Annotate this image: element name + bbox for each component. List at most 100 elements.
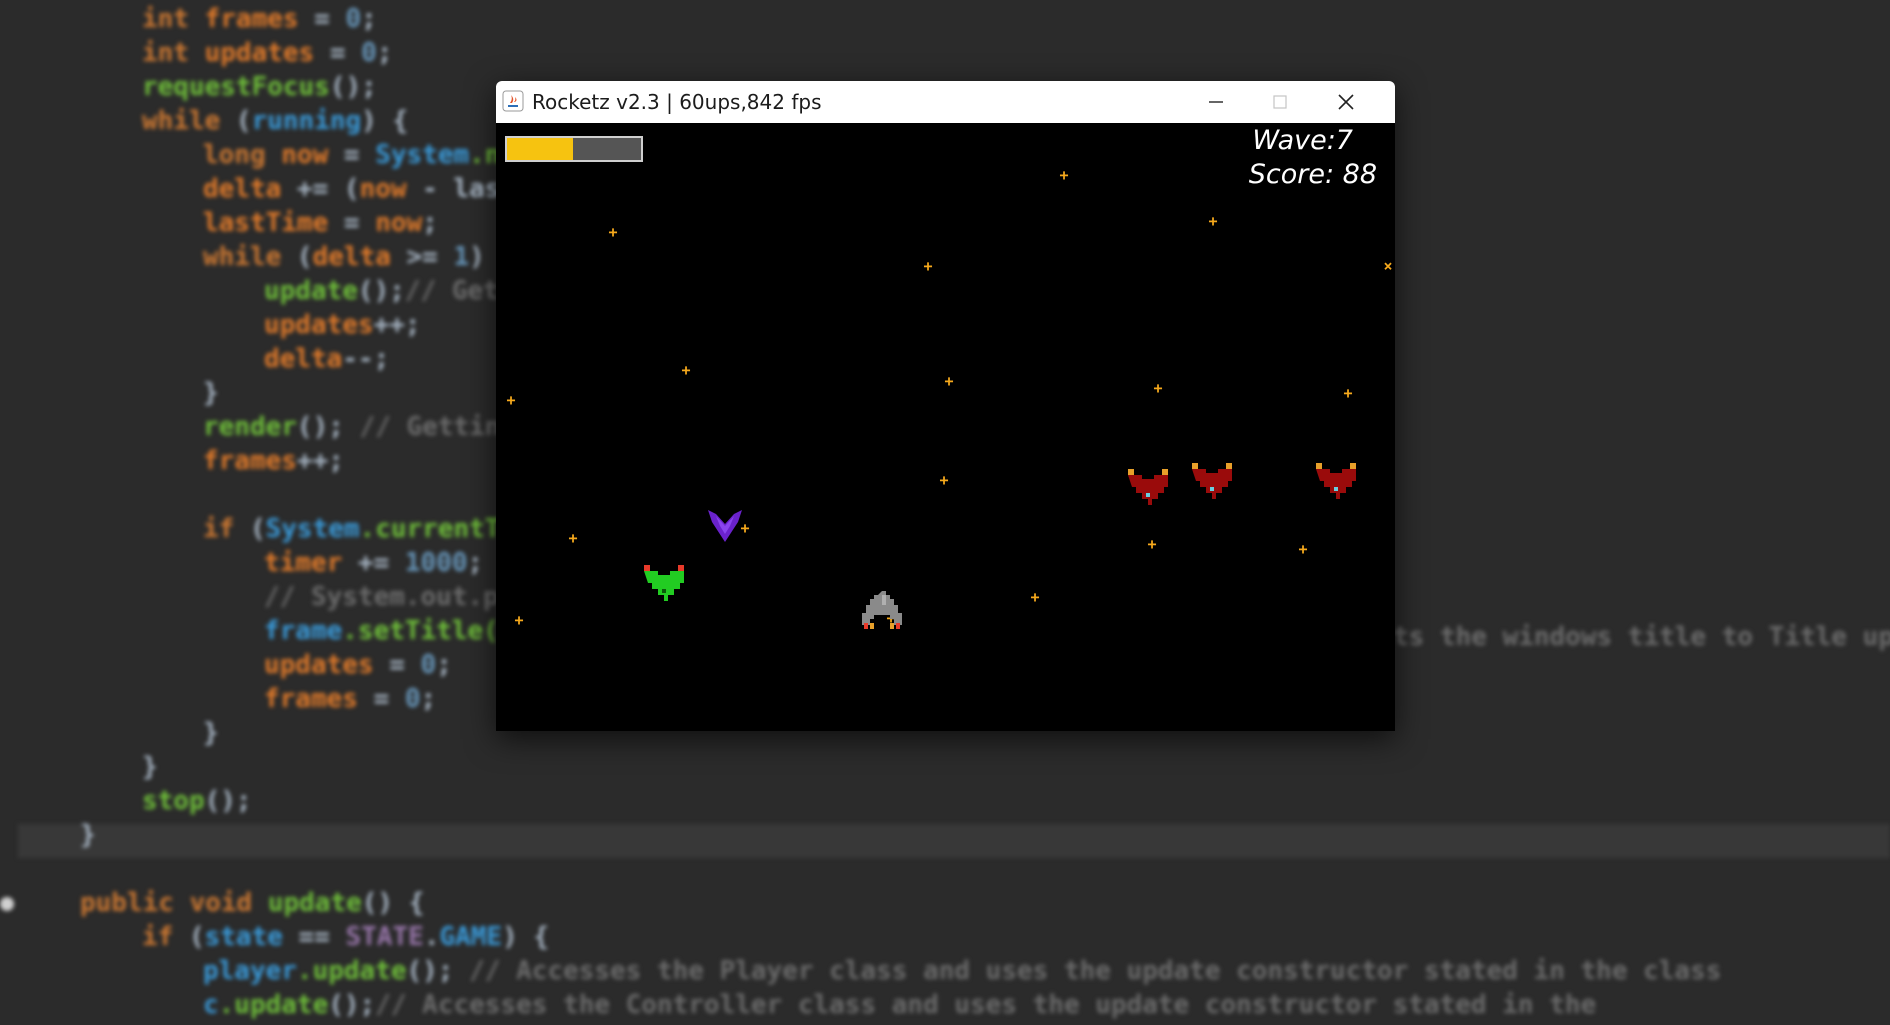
breakpoint-marker [0,897,14,911]
code-token: ; [436,650,452,680]
code-token: int [142,4,205,34]
code-token: ) { [361,106,409,136]
code-token: // Accesses the Player class and uses th… [469,956,1722,986]
code-token: += ( [281,174,360,204]
code-token: frames [204,4,299,34]
code-token: if [142,922,189,952]
code-line: requestFocus(); [142,70,377,104]
code-token: ( [235,106,252,136]
game-canvas[interactable]: Wave:7 Score: 88 + + + + × + + + + + + +… [496,123,1395,731]
code-token: while [203,242,297,272]
star: + [1147,535,1157,553]
code-token: frame [264,616,343,646]
close-icon [1338,94,1354,110]
star: + [1153,379,1163,397]
code-token: player [203,956,297,986]
player-ship [862,591,902,629]
code-token: 0 [404,684,421,714]
code-token: = [328,208,376,238]
code-token: System [375,140,470,170]
window-titlebar[interactable]: Rocketz v2.3 | 60ups,842 fps [496,81,1395,123]
star: + [923,257,933,275]
code-line: while (running) { [142,104,408,138]
code-token: 0 [420,650,437,680]
code-line: updates = 0; [264,648,452,682]
close-button[interactable] [1323,81,1369,123]
code-token: ) { [502,922,550,952]
code-token: += [342,548,405,578]
code-token: delta [264,344,343,374]
code-token: if [203,514,250,544]
code-token: // Gettin [359,412,501,442]
code-token: ++; [373,310,421,340]
code-line: delta += (now - las [203,172,500,206]
code-token: (); [204,786,252,816]
code-line: frame.setTitle( [264,614,499,648]
code-token: ++; [296,446,344,476]
maximize-button[interactable] [1257,81,1303,123]
code-token: updates [204,38,315,68]
code-token: .update [296,956,407,986]
enemy-ship-red [1316,463,1356,499]
star: + [1298,540,1308,558]
code-token: (); [357,276,405,306]
code-line: } [203,716,219,750]
wave-counter: Wave:7 [1252,125,1353,156]
star: + [506,391,516,409]
code-token: updates [264,310,374,340]
code-token: } [203,718,219,748]
code-token: running [251,106,362,136]
code-token: lastTime [203,208,329,238]
code-token: () { [361,888,425,918]
code-token: .setTitle( [342,616,499,646]
maximize-icon [1273,95,1287,109]
code-token: == [282,922,346,952]
code-token: ; [420,684,437,714]
code-line: // System.out.p [264,580,499,614]
code-token: updates [264,650,374,680]
code-token: STATE [345,922,424,952]
star: + [939,471,949,489]
code-token: stop [142,786,205,816]
star: + [514,611,524,629]
code-line: updates++; [264,308,421,342]
code-token: 0 [361,38,377,68]
code-token: ; [376,38,393,68]
code-line: delta--; [264,342,389,376]
code-line: if (System.currentT [203,512,500,546]
code-token: = [357,684,405,714]
minimize-button[interactable] [1193,81,1239,123]
code-token: update [267,888,362,918]
star: + [608,223,618,241]
health-bar [505,136,643,162]
code-token: 0 [345,4,362,34]
code-token: timer [264,548,343,578]
score-counter: Score: 88 [1248,159,1377,190]
code-token: delta [312,242,391,272]
code-token: frames [264,684,358,714]
code-token: long [203,140,282,170]
code-line: timer += 1000; [264,546,483,580]
code-token: ; [422,208,438,238]
code-token: System [265,514,360,544]
code-token: GAME [439,922,503,952]
code-line: c.update();// Accesses the Controller cl… [203,988,1596,1022]
star: × [1383,257,1393,275]
code-token: .currentT [359,514,501,544]
code-token: frames [203,446,297,476]
game-window[interactable]: Rocketz v2.3 | 60ups,842 fps Wave:7 Scor… [496,81,1395,731]
java-app-icon [502,90,524,112]
code-token: // System.out.p [264,582,499,612]
star: + [944,372,954,390]
code-token: (); [328,990,376,1020]
code-token: now [281,140,329,170]
code-line: render(); // Gettin [203,410,500,444]
code-token: (); [329,72,377,102]
code-token: state [204,922,283,952]
code-line: player.update(); // Accesses the Player … [203,954,1721,988]
code-token: 1 [453,242,470,272]
code-token: // Accesses the Controller class and use… [375,990,1597,1020]
code-token: } [203,378,219,408]
code-token: public void [80,888,268,918]
code-line: } [80,818,96,852]
